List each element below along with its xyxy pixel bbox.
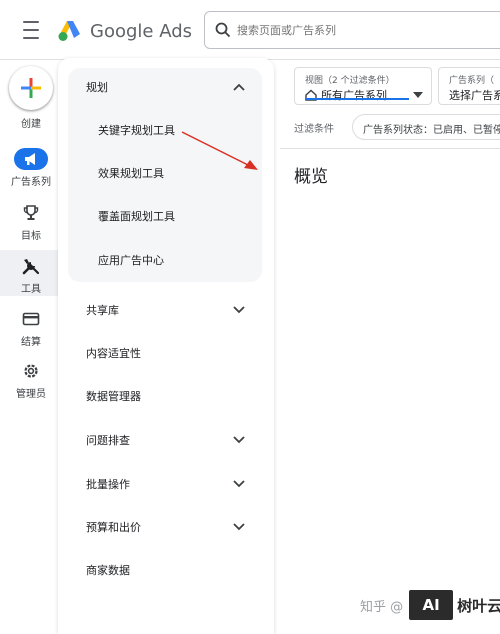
campaign-selector-caption: 广告系列（: [449, 76, 495, 86]
campaign-status-filter-chip[interactable]: 广告系列状态：已启用、已暂停: [352, 114, 500, 140]
rail-item-goals[interactable]: 目标: [0, 202, 62, 242]
nav-item-data-manager[interactable]: 数据管理器: [86, 388, 141, 404]
dropdown-arrow-icon: [413, 83, 423, 102]
nav-label: 批量操作: [86, 478, 130, 491]
search-box[interactable]: [204, 11, 500, 49]
plus-icon: [21, 78, 41, 98]
nav-item-troubleshooting[interactable]: 问题排查: [86, 431, 246, 449]
trophy-icon: [14, 202, 48, 224]
search-icon: [215, 22, 231, 38]
nav-label: 关键字规划工具: [98, 124, 175, 137]
hamburger-menu-icon[interactable]: [18, 19, 44, 41]
nav-item-keyword-planner[interactable]: 关键字规划工具: [98, 122, 175, 138]
planning-title: 规划: [86, 81, 108, 94]
view-selector-value: 所有广告系列: [305, 87, 387, 103]
rail-item-admin[interactable]: 管理员: [0, 360, 62, 400]
chevron-down-icon: [232, 433, 246, 447]
nav-item-business-data[interactable]: 商家数据: [86, 562, 130, 578]
page-title: 概览: [294, 167, 328, 187]
chevron-down-icon: [232, 477, 246, 491]
planning-section-header[interactable]: 规划: [86, 78, 246, 96]
rail-item-billing[interactable]: 结算: [0, 308, 62, 348]
rail-label-tools: 工具: [21, 284, 41, 295]
nav-label: 商家数据: [86, 564, 130, 577]
nav-label: 效果规划工具: [98, 167, 164, 180]
nav-item-performance-planner[interactable]: 效果规划工具: [98, 165, 164, 181]
logo-text: Google Ads: [90, 20, 192, 42]
rail-label-admin: 管理员: [16, 389, 46, 400]
nav-item-reach-planner[interactable]: 覆盖面规划工具: [98, 208, 175, 224]
filter-chip-text: 广告系列状态：已启用、已暂停: [363, 125, 500, 136]
nav-label: 内容适宜性: [86, 347, 141, 360]
nav-item-app-advertising-hub[interactable]: 应用广告中心: [98, 252, 164, 268]
nav-label: 预算和出价: [86, 521, 141, 534]
nav-item-content-suitability[interactable]: 内容适宜性: [86, 345, 141, 361]
gear-icon: [14, 360, 48, 382]
view-selector-caption: 视图（2 个过滤条件）: [305, 76, 395, 86]
watermark-text: 知乎 @: [360, 599, 404, 615]
filter-label: 过滤条件: [294, 124, 334, 135]
rail-label-goals: 目标: [21, 231, 41, 242]
nav-label: 数据管理器: [86, 390, 141, 403]
nav-label: 应用广告中心: [98, 254, 164, 267]
nav-label: 共享库: [86, 304, 119, 317]
view-selector-underline: [305, 98, 409, 100]
toolbar-divider: [280, 148, 500, 149]
nav-item-shared-library[interactable]: 共享库: [86, 301, 246, 319]
rail-item-create-label: 创建: [0, 112, 62, 130]
view-selector[interactable]: 视图（2 个过滤条件） 所有广告系列: [294, 67, 432, 105]
search-input[interactable]: [237, 23, 477, 37]
rail-label-billing: 结算: [21, 337, 41, 348]
campaign-selector[interactable]: 广告系列（ 选择广告系: [438, 67, 500, 105]
nav-item-budgets-and-bidding[interactable]: 预算和出价: [86, 518, 246, 536]
watermark-brand: 树叶云: [457, 596, 500, 615]
chevron-down-icon: [232, 303, 246, 317]
nav-label: 覆盖面规划工具: [98, 210, 175, 223]
campaign-selector-value: 选择广告系: [449, 89, 500, 102]
chevron-up-icon: [232, 80, 246, 94]
watermark: 知乎 @ AI 树叶云: [360, 590, 500, 620]
megaphone-icon: [14, 148, 48, 170]
nav-item-bulk-actions[interactable]: 批量操作: [86, 475, 246, 493]
annotation-arrow: [181, 131, 258, 170]
rail-item-campaigns[interactable]: 广告系列: [0, 148, 62, 188]
view-value-text: 所有广告系列: [321, 89, 387, 102]
create-label: 创建: [21, 119, 41, 130]
tools-icon: [14, 255, 48, 277]
create-button[interactable]: [9, 66, 53, 110]
google-ads-logo[interactable]: Google Ads: [58, 18, 192, 44]
rail-item-tools[interactable]: 工具: [0, 250, 62, 296]
chevron-down-icon: [232, 520, 246, 534]
watermark-logo: AI: [409, 590, 454, 620]
rail-label-campaigns: 广告系列: [11, 177, 51, 188]
nav-label: 问题排查: [86, 434, 130, 447]
top-bar: Google Ads: [0, 0, 500, 60]
google-ads-mark-icon: [58, 21, 80, 41]
credit-card-icon: [14, 308, 48, 330]
